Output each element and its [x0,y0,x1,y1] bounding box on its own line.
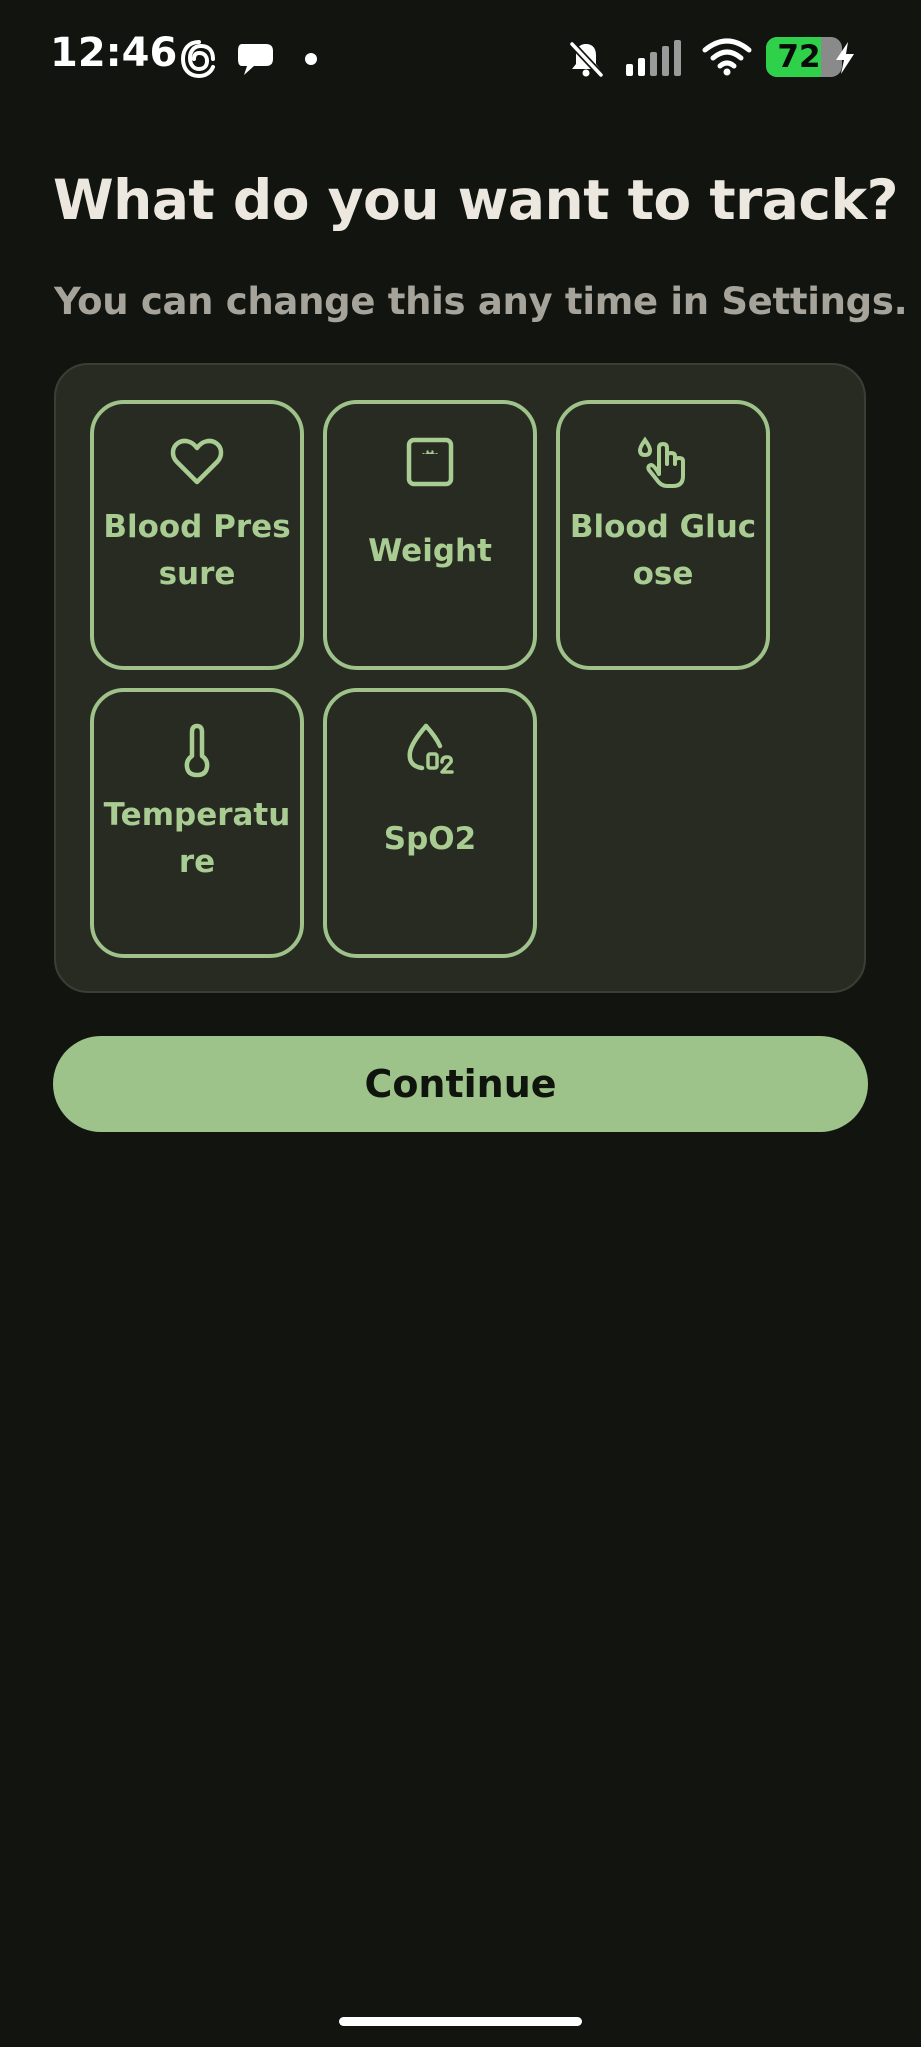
screen: 12:46 72 What do you want to track? You … [0,0,921,2047]
page-subtitle: You can change this any time in Settings… [54,280,908,323]
metrics-panel: Blood Pressure Weight Blood Glucose Temp… [54,363,866,993]
metric-card-blood-pressure[interactable]: Blood Pressure [90,400,304,670]
charging-bolt-icon [836,42,854,74]
metric-label: Temperature [103,797,291,880]
glucose-finger-icon [637,436,685,488]
thermometer-icon [184,723,210,778]
metric-card-weight[interactable]: Weight [323,400,537,670]
metric-card-spo2[interactable]: SpO2 [323,688,537,958]
wifi-icon [702,38,752,76]
metric-label: Blood Glucose [569,509,757,592]
battery-icon: 72 [766,37,842,77]
notification-dot-icon [305,53,317,65]
heart-icon [170,438,224,485]
metric-label: Weight [368,533,492,569]
status-bar: 12:46 72 [0,0,921,118]
threads-icon [180,40,215,79]
metric-label: Blood Pressure [103,509,291,592]
metric-card-temperature[interactable]: Temperature [90,688,304,958]
cellular-signal-icon [626,40,681,76]
oxygen-drop-icon [407,723,454,774]
status-time: 12:46 [50,30,178,76]
battery-level: 72 [777,39,821,75]
metric-label: SpO2 [383,821,477,857]
scale-icon [406,437,454,487]
chat-bubble-icon [238,44,273,75]
continue-button[interactable]: Continue [53,1036,868,1132]
page-title: What do you want to track? [53,168,898,232]
muted-bell-icon [568,40,604,78]
home-indicator[interactable] [339,2017,582,2026]
metric-card-blood-glucose[interactable]: Blood Glucose [556,400,770,670]
